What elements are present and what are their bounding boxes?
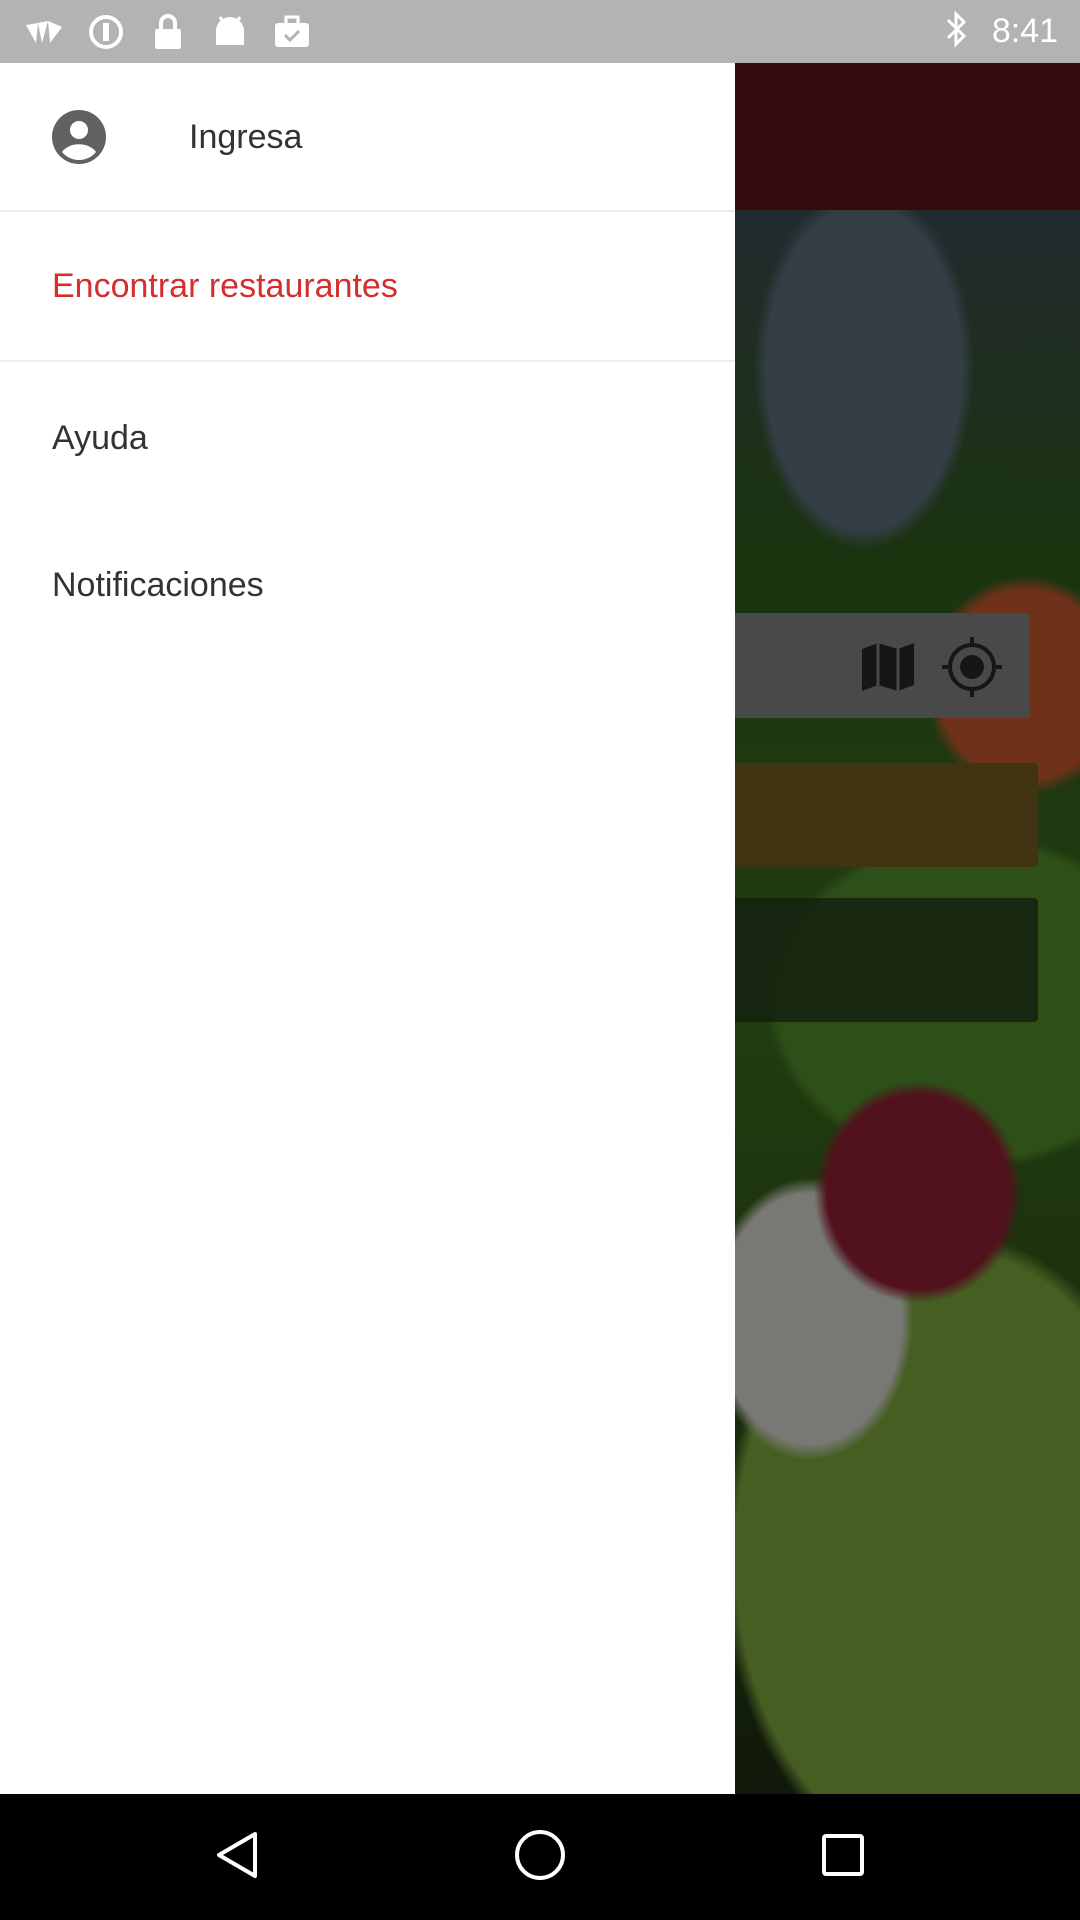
status-bar: 8:41	[0, 0, 1080, 63]
bluetooth-icon	[944, 9, 970, 54]
navigation-bar	[0, 1794, 1080, 1920]
account-circle-icon	[52, 110, 106, 164]
drawer-header[interactable]: Ingresa	[0, 63, 735, 212]
menu-item-label: Notificaciones	[52, 566, 264, 604]
bird-notification-icon	[24, 12, 64, 52]
clock: 8:41	[991, 12, 1058, 50]
android-icon	[210, 12, 250, 52]
recents-icon	[821, 1833, 865, 1882]
back-icon	[215, 1830, 259, 1885]
info-icon	[86, 12, 126, 52]
menu-item-label: Ayuda	[52, 419, 148, 457]
home-icon	[513, 1828, 567, 1887]
menu-item-notifications[interactable]: Notificaciones	[0, 507, 735, 654]
menu-item-help[interactable]: Ayuda	[0, 362, 735, 507]
notification-icons	[24, 12, 312, 52]
recents-button[interactable]	[808, 1822, 878, 1892]
login-label: Ingresa	[189, 118, 303, 156]
home-button[interactable]	[505, 1822, 575, 1892]
menu-item-find-restaurants[interactable]: Encontrar restaurantes	[0, 212, 735, 362]
briefcase-check-icon	[272, 12, 312, 52]
back-button[interactable]	[202, 1822, 272, 1892]
menu-item-label: Encontrar restaurantes	[52, 267, 398, 305]
navigation-drawer: Ingresa Encontrar restaurantes Ayuda Not…	[0, 63, 735, 1794]
lock-icon	[148, 12, 188, 52]
